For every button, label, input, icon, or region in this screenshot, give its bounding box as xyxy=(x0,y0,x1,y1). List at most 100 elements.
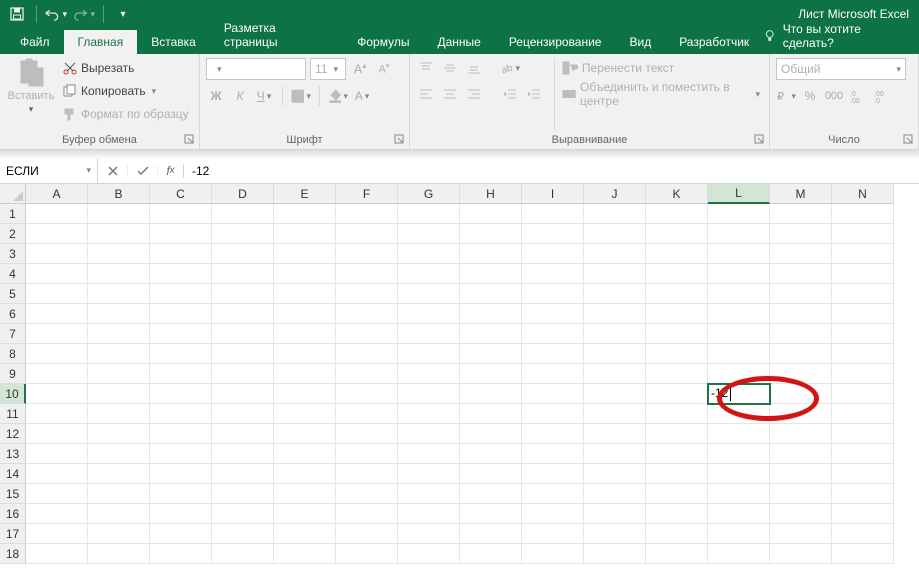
cell-N3[interactable] xyxy=(832,244,894,264)
cell-D2[interactable] xyxy=(212,224,274,244)
row-header-11[interactable]: 11 xyxy=(0,404,26,424)
cell-F14[interactable] xyxy=(336,464,398,484)
cell-H12[interactable] xyxy=(460,424,522,444)
cell-N13[interactable] xyxy=(832,444,894,464)
cell-E4[interactable] xyxy=(274,264,336,284)
tab-developer[interactable]: Разработчик xyxy=(665,30,763,54)
cell-C7[interactable] xyxy=(150,324,212,344)
cell-J17[interactable] xyxy=(584,524,646,544)
cell-E10[interactable] xyxy=(274,384,336,404)
cell-L16[interactable] xyxy=(708,504,770,524)
tab-insert[interactable]: Вставка xyxy=(137,30,210,54)
comma-style-button[interactable]: 000 xyxy=(824,86,844,106)
cell-B6[interactable] xyxy=(88,304,150,324)
cell-M8[interactable] xyxy=(770,344,832,364)
cell-I3[interactable] xyxy=(522,244,584,264)
decrease-decimal-button[interactable]: ,00,0 xyxy=(872,86,892,106)
cell-D8[interactable] xyxy=(212,344,274,364)
cell-F2[interactable] xyxy=(336,224,398,244)
cell-D12[interactable] xyxy=(212,424,274,444)
cell-J8[interactable] xyxy=(584,344,646,364)
cell-D17[interactable] xyxy=(212,524,274,544)
cell-H18[interactable] xyxy=(460,544,522,564)
cell-K14[interactable] xyxy=(646,464,708,484)
launcher-icon[interactable] xyxy=(903,134,915,146)
cell-K1[interactable] xyxy=(646,204,708,224)
insert-function-button[interactable]: fx xyxy=(158,164,184,178)
row-header-10[interactable]: 10 xyxy=(0,384,26,404)
cell-A3[interactable] xyxy=(26,244,88,264)
tab-data[interactable]: Данные xyxy=(423,30,494,54)
cell-H4[interactable] xyxy=(460,264,522,284)
cell-H15[interactable] xyxy=(460,484,522,504)
cell-G8[interactable] xyxy=(398,344,460,364)
cell-H11[interactable] xyxy=(460,404,522,424)
increase-indent-button[interactable] xyxy=(524,84,544,104)
cell-A1[interactable] xyxy=(26,204,88,224)
cell-I11[interactable] xyxy=(522,404,584,424)
row-header-16[interactable]: 16 xyxy=(0,504,26,524)
cell-M18[interactable] xyxy=(770,544,832,564)
align-center-button[interactable] xyxy=(440,84,460,104)
cell-K2[interactable] xyxy=(646,224,708,244)
cell-M2[interactable] xyxy=(770,224,832,244)
cell-B11[interactable] xyxy=(88,404,150,424)
cell-E7[interactable] xyxy=(274,324,336,344)
cell-F12[interactable] xyxy=(336,424,398,444)
row-header-3[interactable]: 3 xyxy=(0,244,26,264)
cell-C15[interactable] xyxy=(150,484,212,504)
cell-J16[interactable] xyxy=(584,504,646,524)
cell-B5[interactable] xyxy=(88,284,150,304)
cell-I2[interactable] xyxy=(522,224,584,244)
align-right-button[interactable] xyxy=(464,84,484,104)
cell-F5[interactable] xyxy=(336,284,398,304)
cell-I17[interactable] xyxy=(522,524,584,544)
cell-H7[interactable] xyxy=(460,324,522,344)
cell-N2[interactable] xyxy=(832,224,894,244)
cell-B4[interactable] xyxy=(88,264,150,284)
cell-K10[interactable] xyxy=(646,384,708,404)
cell-E17[interactable] xyxy=(274,524,336,544)
number-format-combo[interactable]: Общий▾ xyxy=(776,58,906,80)
cell-A8[interactable] xyxy=(26,344,88,364)
cell-N16[interactable] xyxy=(832,504,894,524)
row-header-15[interactable]: 15 xyxy=(0,484,26,504)
cell-F16[interactable] xyxy=(336,504,398,524)
cell-A9[interactable] xyxy=(26,364,88,384)
decrease-font-button[interactable]: A▾ xyxy=(374,59,394,79)
cell-N7[interactable] xyxy=(832,324,894,344)
col-header-I[interactable]: I xyxy=(522,184,584,204)
cell-J1[interactable] xyxy=(584,204,646,224)
cell-E5[interactable] xyxy=(274,284,336,304)
cell-H14[interactable] xyxy=(460,464,522,484)
cell-G12[interactable] xyxy=(398,424,460,444)
cell-L2[interactable] xyxy=(708,224,770,244)
cell-J7[interactable] xyxy=(584,324,646,344)
row-header-4[interactable]: 4 xyxy=(0,264,26,284)
cell-H16[interactable] xyxy=(460,504,522,524)
cell-N8[interactable] xyxy=(832,344,894,364)
cell-E1[interactable] xyxy=(274,204,336,224)
cell-N18[interactable] xyxy=(832,544,894,564)
row-header-12[interactable]: 12 xyxy=(0,424,26,444)
cell-E2[interactable] xyxy=(274,224,336,244)
align-left-button[interactable] xyxy=(416,84,436,104)
cell-F6[interactable] xyxy=(336,304,398,324)
cell-J9[interactable] xyxy=(584,364,646,384)
cell-B8[interactable] xyxy=(88,344,150,364)
row-header-9[interactable]: 9 xyxy=(0,364,26,384)
wrap-text-button[interactable]: Перенести текст xyxy=(559,58,763,78)
cell-L1[interactable] xyxy=(708,204,770,224)
cell-K11[interactable] xyxy=(646,404,708,424)
cell-K7[interactable] xyxy=(646,324,708,344)
col-header-M[interactable]: M xyxy=(770,184,832,204)
cell-E9[interactable] xyxy=(274,364,336,384)
cell-L15[interactable] xyxy=(708,484,770,504)
cell-G14[interactable] xyxy=(398,464,460,484)
cell-A4[interactable] xyxy=(26,264,88,284)
fill-color-button[interactable]: ▾ xyxy=(328,86,348,106)
cell-A10[interactable] xyxy=(26,384,88,404)
cell-H6[interactable] xyxy=(460,304,522,324)
increase-font-button[interactable]: A▴ xyxy=(350,59,370,79)
cell-N1[interactable] xyxy=(832,204,894,224)
